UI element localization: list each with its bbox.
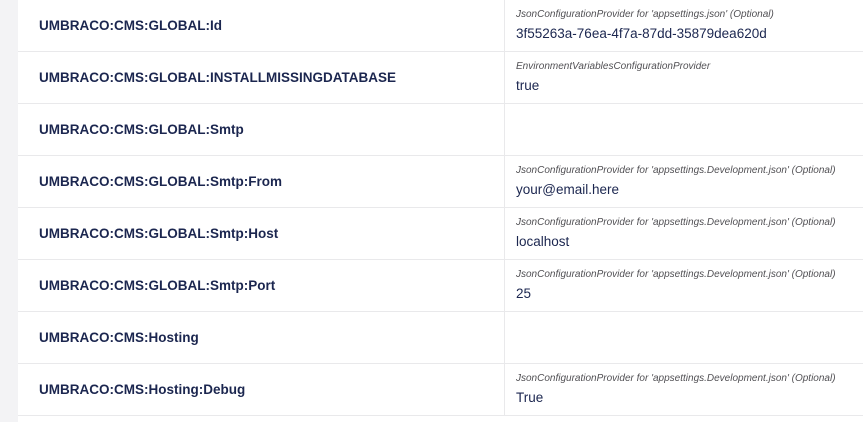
config-value: your@email.here <box>516 182 619 197</box>
config-key: UMBRACO:CMS:GLOBAL:Smtp:Port <box>39 278 276 293</box>
config-value-cell: JsonConfigurationProvider for 'appsettin… <box>504 0 863 51</box>
config-row-smtp: UMBRACO:CMS:GLOBAL:Smtp <box>18 104 863 156</box>
config-row-hosting-debug: UMBRACO:CMS:Hosting:Debug JsonConfigurat… <box>18 364 863 416</box>
config-value-cell: JsonConfigurationProvider for 'appsettin… <box>504 364 863 415</box>
config-key: UMBRACO:CMS:GLOBAL:Smtp <box>39 122 244 137</box>
config-row-smtp-host: UMBRACO:CMS:GLOBAL:Smtp:Host JsonConfigu… <box>18 208 863 260</box>
config-provider: JsonConfigurationProvider for 'appsettin… <box>516 165 836 176</box>
config-provider: EnvironmentVariablesConfigurationProvide… <box>516 61 711 72</box>
config-provider: JsonConfigurationProvider for 'appsettin… <box>516 269 836 280</box>
config-value: True <box>516 390 544 405</box>
config-value-cell: JsonConfigurationProvider for 'appsettin… <box>504 208 863 259</box>
config-value-cell: JsonConfigurationProvider for 'appsettin… <box>504 156 863 207</box>
config-row-global-id: UMBRACO:CMS:GLOBAL:Id JsonConfigurationP… <box>18 0 863 52</box>
config-provider: JsonConfigurationProvider for 'appsettin… <box>516 373 836 384</box>
config-key: UMBRACO:CMS:GLOBAL:Smtp:From <box>39 174 282 189</box>
config-value: 3f55263a-76ea-4f7a-87dd-35879dea620d <box>516 26 767 41</box>
config-row-smtp-from: UMBRACO:CMS:GLOBAL:Smtp:From JsonConfigu… <box>18 156 863 208</box>
config-row-smtp-port: UMBRACO:CMS:GLOBAL:Smtp:Port JsonConfigu… <box>18 260 863 312</box>
config-provider: JsonConfigurationProvider for 'appsettin… <box>516 9 774 20</box>
config-key: UMBRACO:CMS:GLOBAL:Id <box>39 18 222 33</box>
config-key: UMBRACO:CMS:Hosting <box>39 330 199 345</box>
config-value-cell <box>504 104 863 155</box>
config-value: true <box>516 78 540 93</box>
config-key: UMBRACO:CMS:GLOBAL:INSTALLMISSINGDATABAS… <box>39 70 396 85</box>
config-value-cell <box>504 312 863 363</box>
configuration-table: UMBRACO:CMS:GLOBAL:Id JsonConfigurationP… <box>18 0 863 422</box>
config-key: UMBRACO:CMS:GLOBAL:Smtp:Host <box>39 226 279 241</box>
config-provider: JsonConfigurationProvider for 'appsettin… <box>516 217 836 228</box>
config-value-cell: EnvironmentVariablesConfigurationProvide… <box>504 52 863 103</box>
config-key: UMBRACO:CMS:Hosting:Debug <box>39 382 246 397</box>
config-value: 25 <box>516 286 532 301</box>
config-value-cell: JsonConfigurationProvider for 'appsettin… <box>504 260 863 311</box>
config-value: localhost <box>516 234 570 249</box>
config-row-install-missing-database: UMBRACO:CMS:GLOBAL:INSTALLMISSINGDATABAS… <box>18 52 863 104</box>
config-row-hosting: UMBRACO:CMS:Hosting <box>18 312 863 364</box>
